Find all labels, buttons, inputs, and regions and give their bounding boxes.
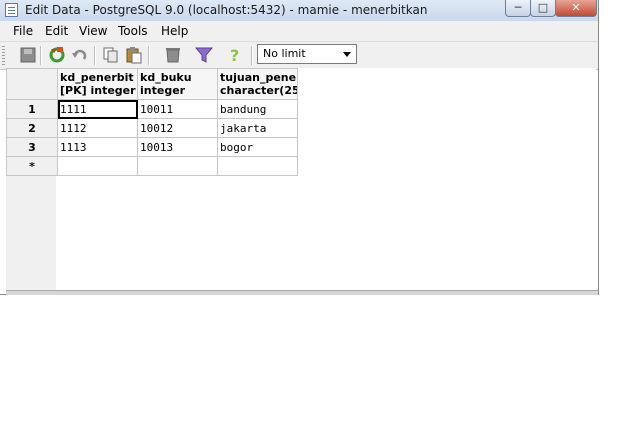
minimize-button[interactable]: ─ [505,0,531,17]
undo-icon[interactable] [71,46,89,64]
table-cell[interactable]: bandung [217,99,298,119]
column-type: character(25 [220,84,298,97]
window-title: Edit Data - PostgreSQL 9.0 (localhost:54… [25,3,428,17]
refresh-icon[interactable] [48,46,66,64]
table-cell[interactable]: jakarta [217,118,298,138]
menu-help[interactable]: Help [161,24,188,38]
toolbar-separator [94,46,96,65]
column-header-kd-penerbit[interactable]: kd_penerbit [PK] integer [57,68,138,100]
table-cell[interactable]: 10011 [137,99,218,119]
menu-view[interactable]: View [79,24,107,38]
menu-file[interactable]: File [13,24,33,38]
table-cell[interactable]: 10013 [137,137,218,157]
menu-edit[interactable]: Edit [45,24,68,38]
svg-text:?: ? [230,46,239,64]
table-row: 3 1113 10013 bogor [6,137,298,157]
table-cell[interactable] [137,156,218,176]
data-grid: kd_penerbit [PK] integer kd_buku integer… [6,68,596,290]
column-name: kd_buku [140,71,192,84]
toolbar: ? No limit [0,41,598,70]
table-icon [5,3,18,17]
toolbar-separator [251,46,253,65]
grid-corner[interactable] [6,68,58,100]
delete-icon[interactable] [164,46,182,64]
table-row: 1 1111 10011 bandung [6,99,298,119]
edit-data-window: Edit Data - PostgreSQL 9.0 (localhost:54… [0,0,599,295]
table-cell[interactable] [57,156,138,176]
column-type: [PK] integer [60,84,136,97]
menu-bar: File Edit View Tools Help [0,21,598,41]
toolbar-separator [148,46,150,65]
table-cell[interactable] [217,156,298,176]
data-table: kd_penerbit [PK] integer kd_buku integer… [6,68,298,176]
column-header-tujuan-penerbit[interactable]: tujuan_pener character(25 [217,68,298,100]
toolbar-separator [40,46,42,65]
row-limit-select[interactable]: No limit [257,44,357,64]
table-cell[interactable]: bogor [217,137,298,157]
copy-icon[interactable] [102,46,120,64]
horizontal-scrollbar[interactable] [6,290,598,295]
table-cell[interactable]: 1112 [57,118,138,138]
table-cell[interactable]: 10012 [137,118,218,138]
paste-icon[interactable] [125,46,143,64]
column-header-kd-buku[interactable]: kd_buku integer [137,68,218,100]
new-row-marker[interactable]: * [6,156,58,176]
filter-icon[interactable] [194,46,214,64]
table-cell[interactable]: 1111 [57,99,138,119]
column-type: integer [140,84,186,97]
save-icon[interactable] [19,46,37,64]
menu-tools[interactable]: Tools [118,24,148,38]
row-limit-value: No limit [263,47,306,60]
help-icon[interactable]: ? [226,46,244,65]
column-name: tujuan_pener [220,71,298,84]
row-header[interactable]: 2 [6,118,58,138]
table-cell[interactable]: 1113 [57,137,138,157]
toolbar-grip[interactable] [2,46,5,65]
maximize-button[interactable]: □ [530,0,556,17]
row-header[interactable]: 3 [6,137,58,157]
table-row: 2 1112 10012 jakarta [6,118,298,138]
close-button[interactable]: ✕ [555,0,597,17]
chevron-down-icon [343,52,351,57]
title-bar[interactable]: Edit Data - PostgreSQL 9.0 (localhost:54… [0,0,598,22]
row-header[interactable]: 1 [6,99,58,119]
column-name: kd_penerbit [60,71,134,84]
new-row: * [6,156,298,176]
